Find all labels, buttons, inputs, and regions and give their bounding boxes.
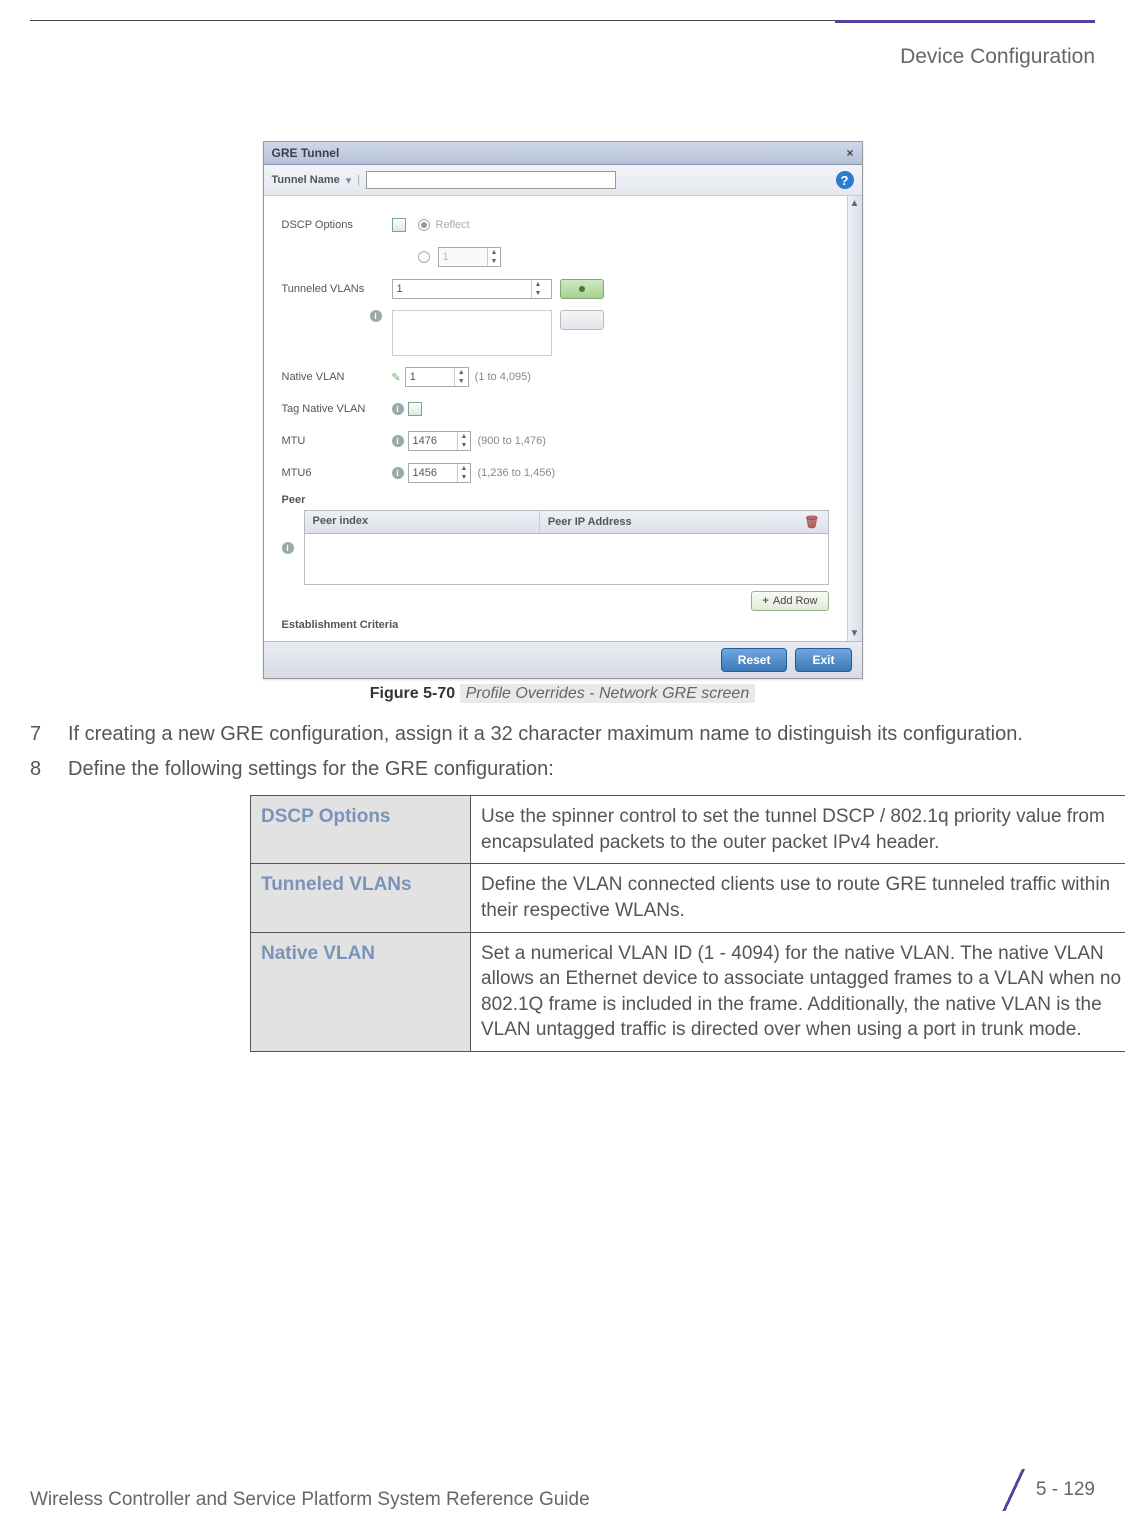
mtu6-label: MTU6 [282,467,392,479]
page-divider-icon [1000,1469,1026,1511]
edit-icon[interactable]: ✎ [392,371,401,384]
reflect-radio[interactable] [418,219,430,231]
plus-icon: + [762,595,768,607]
tunneled-vlans-label: Tunneled VLANs [282,283,392,295]
exit-button[interactable]: Exit [795,648,851,672]
peer-table-body[interactable] [305,534,828,584]
page-number: 5 - 129 [1036,1479,1095,1501]
mtu6-hint: (1,236 to 1,456) [477,467,555,479]
step-8-number: 8 [30,756,50,783]
tunneled-term: Tunneled VLANs [251,864,471,932]
peer-ip-header: Peer IP Address [548,516,632,528]
establishment-criteria-label: Establishment Criteria [282,619,829,631]
mtu-row: MTU i ▲▼ (900 to 1,476) [282,430,829,452]
mtu-spinner[interactable]: ▲▼ [408,431,472,451]
mtu6-spinner[interactable]: ▲▼ [408,463,472,483]
doc-title: Wireless Controller and Service Platform… [30,1489,590,1511]
info-icon: i [392,467,404,479]
page-footer: Wireless Controller and Service Platform… [30,1469,1095,1511]
peer-section-label: Peer [282,494,829,506]
add-row-button[interactable]: + Add Row [751,591,828,611]
dscp-desc: Use the spinner control to set the tunne… [471,796,1125,864]
window-titlebar: GRE Tunnel × [264,142,862,165]
close-icon[interactable]: × [846,146,853,160]
remove-vlan-button[interactable] [560,310,604,330]
native-vlan-row: Native VLAN ✎ ▲▼ (1 to 4,095) [282,366,829,388]
info-icon: i [392,435,404,447]
definitions-table: DSCP Options Use the spinner control to … [250,795,1125,1052]
spinner-down-icon[interactable]: ▼ [458,473,471,482]
figure-caption-text: Profile Overrides - Network GRE screen [460,684,756,703]
trash-icon[interactable]: 🗑 [804,515,819,529]
add-vlan-button[interactable] [560,279,604,299]
spinner-down-icon[interactable]: ▼ [455,377,468,386]
step-7-text: If creating a new GRE configuration, ass… [68,721,1023,748]
window-title: GRE Tunnel [272,146,340,160]
figure-number: Figure 5-70 [370,685,455,702]
header-section: Device Configuration [900,45,1095,69]
tunneled-vlans-spinner[interactable]: ▲▼ [392,279,552,299]
spinner-down-icon[interactable]: ▼ [488,257,501,266]
dropdown-icon[interactable]: ▾ [346,174,352,187]
scroll-up-icon[interactable]: ▲ [850,198,860,209]
tag-native-vlan-row: Tag Native VLAN i [282,398,829,420]
peer-table: Peer index Peer IP Address 🗑 [304,510,829,585]
tag-native-vlan-label: Tag Native VLAN [282,403,392,415]
native-term: Native VLAN [251,932,471,1052]
dscp-checkbox[interactable] [392,218,406,232]
step-8: 8 Define the following settings for the … [30,756,1095,783]
table-row: Tunneled VLANs Define the VLAN connected… [251,864,1125,932]
reflect-radio-label: Reflect [436,219,470,231]
dscp-options-label: DSCP Options [282,219,392,231]
native-vlan-spinner[interactable]: ▲▼ [405,367,469,387]
dscp-spinner-input[interactable] [439,248,487,266]
info-icon: i [392,403,404,415]
gre-tunnel-window: GRE Tunnel × Tunnel Name ▾ | ? DSCP Opti… [263,141,863,679]
dscp-spinner[interactable]: ▲▼ [438,247,502,267]
spinner-up-icon[interactable]: ▲ [488,248,501,257]
mtu-hint: (900 to 1,476) [477,435,546,447]
tunneled-desc: Define the VLAN connected clients use to… [471,864,1125,932]
spinner-up-icon[interactable]: ▲ [458,432,471,441]
figure-screenshot: GRE Tunnel × Tunnel Name ▾ | ? DSCP Opti… [263,141,863,703]
native-vlan-hint: (1 to 4,095) [475,371,531,383]
tunnel-name-input[interactable] [366,171,616,189]
mtu-label: MTU [282,435,392,447]
tunnel-name-bar: Tunnel Name ▾ | ? [264,165,862,196]
info-icon: i [370,310,382,322]
native-vlan-input[interactable] [406,368,454,386]
dscp-options-row: DSCP Options Reflect [282,214,829,236]
tunneled-vlans-list[interactable] [392,310,552,356]
tunneled-vlans-row: Tunneled VLANs ▲▼ [282,278,829,300]
reset-button[interactable]: Reset [721,648,788,672]
tunnel-name-label: Tunnel Name [272,174,340,186]
add-row-label: Add Row [773,595,818,607]
step-7-number: 7 [30,721,50,748]
dscp-value-radio[interactable] [418,251,430,263]
mtu6-input[interactable] [409,464,457,482]
dialog-footer: Reset Exit [264,641,862,678]
info-icon: i [282,542,294,554]
help-icon[interactable]: ? [836,171,854,189]
native-vlan-label: Native VLAN [282,371,392,383]
spinner-down-icon[interactable]: ▼ [458,441,471,450]
scroll-down-icon[interactable]: ▼ [850,628,860,639]
mtu6-row: MTU6 i ▲▼ (1,236 to 1,456) [282,462,829,484]
spinner-down-icon[interactable]: ▼ [532,289,545,298]
step-8-text: Define the following settings for the GR… [68,756,554,783]
spinner-up-icon[interactable]: ▲ [532,280,545,289]
peer-index-header: Peer index [305,511,540,533]
tunneled-vlans-input[interactable] [393,280,531,298]
table-row: Native VLAN Set a numerical VLAN ID (1 -… [251,932,1125,1052]
figure-caption: Figure 5-70 Profile Overrides - Network … [263,685,863,703]
dscp-term: DSCP Options [251,796,471,864]
tag-native-vlan-checkbox[interactable] [408,402,422,416]
mtu-input[interactable] [409,432,457,450]
vertical-scrollbar[interactable]: ▲ ▼ [847,196,862,641]
spinner-up-icon[interactable]: ▲ [458,464,471,473]
native-desc: Set a numerical VLAN ID (1 - 4094) for t… [471,932,1125,1052]
table-row: DSCP Options Use the spinner control to … [251,796,1125,864]
step-7: 7 If creating a new GRE configuration, a… [30,721,1095,748]
spinner-up-icon[interactable]: ▲ [455,368,468,377]
